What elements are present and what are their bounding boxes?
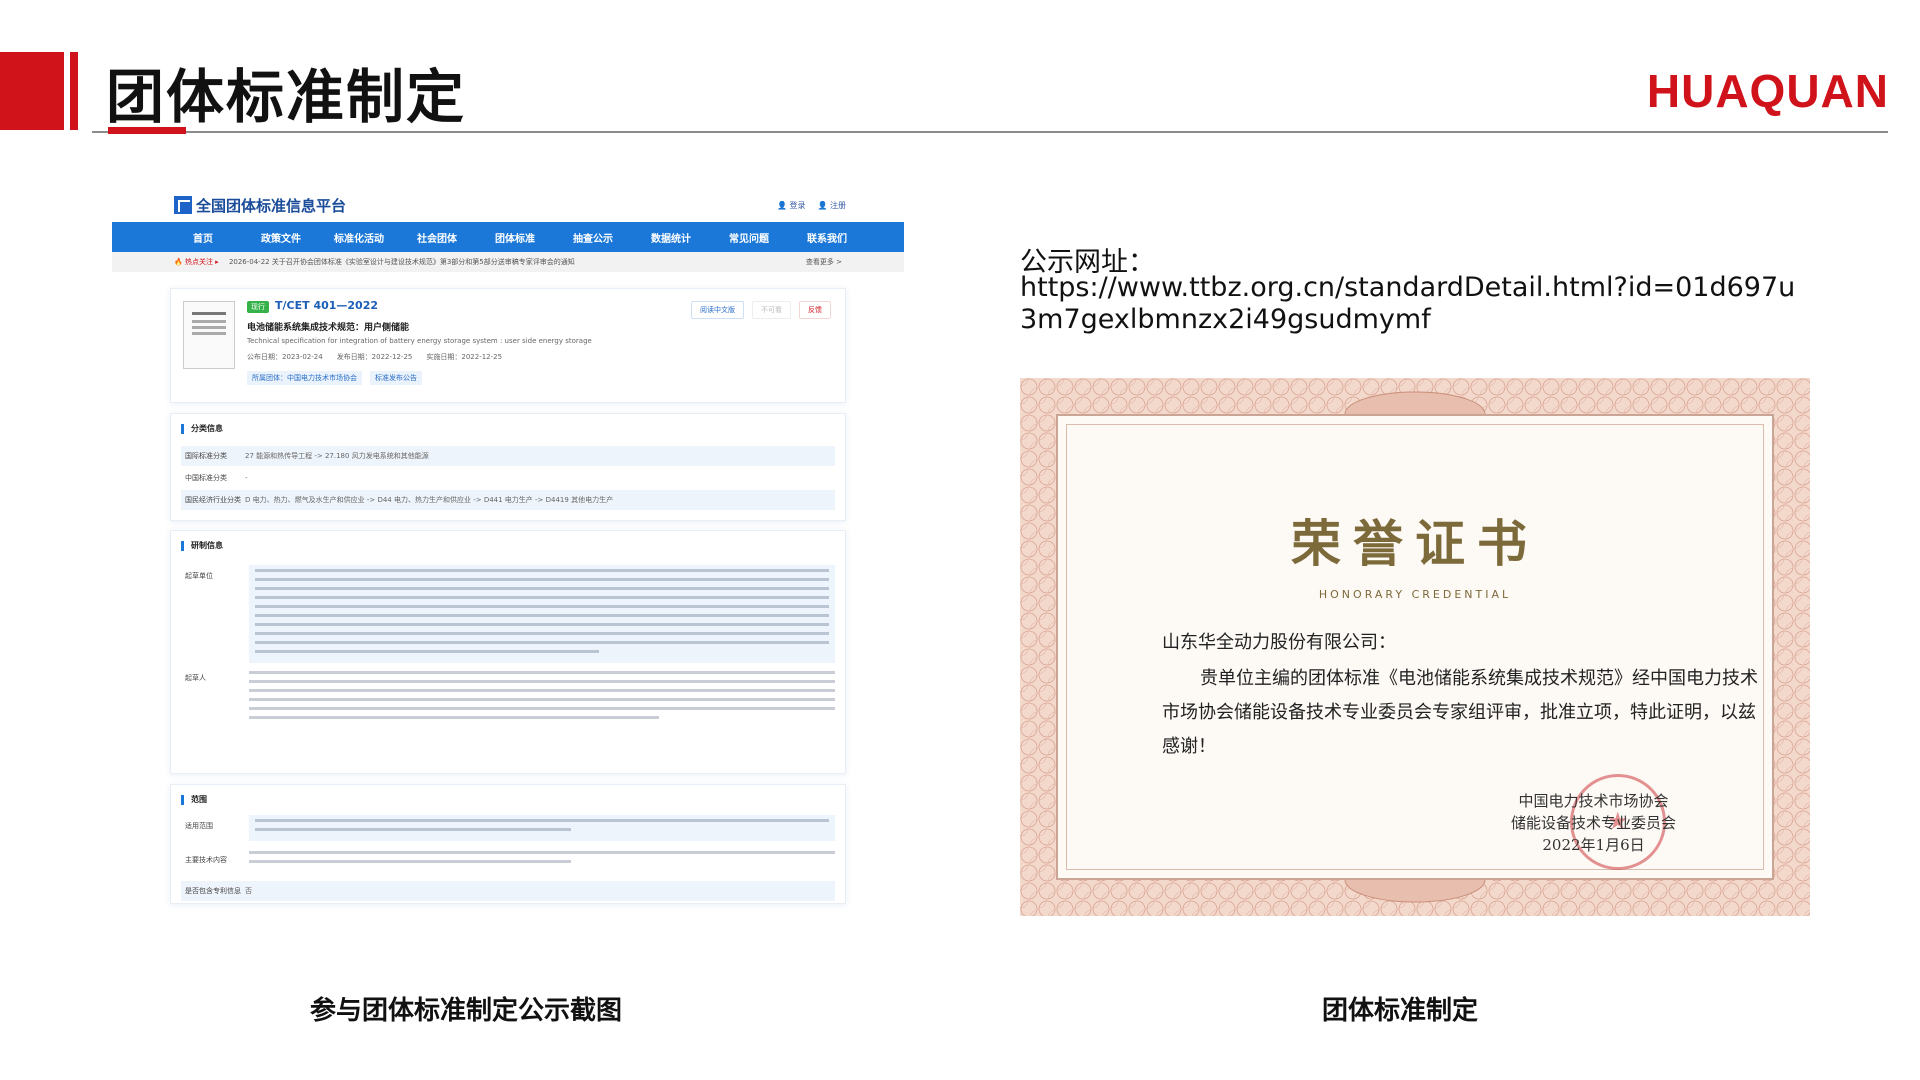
platform-header: 全国团体标准信息平台 👤 登录 👤 注册	[112, 188, 904, 222]
drafting-unit-label: 起草单位	[185, 572, 213, 580]
platform-name: 全国团体标准信息平台	[196, 196, 347, 215]
notice-tag[interactable]: 标准发布公告	[370, 371, 422, 385]
nav-item[interactable]: 标准化活动	[320, 230, 398, 245]
header-red-block	[0, 52, 64, 130]
scope-text	[249, 815, 835, 841]
status-badge: 现行	[247, 301, 269, 313]
platform-account-links: 👤 登录 👤 注册	[777, 200, 846, 211]
main-content-text	[249, 851, 835, 869]
nav-item[interactable]: 团体标准	[476, 230, 554, 245]
impl-date: 实施日期：2022-12-25	[426, 353, 503, 361]
standard-dates: 公布日期：2023-02-24 发布日期：2022-12-25 实施日期：202…	[247, 352, 502, 362]
caption-left: 参与团体标准制定公示截图	[310, 996, 623, 1026]
standard-name: 电池储能系统集成技术规范：用户侧储能	[247, 323, 410, 333]
hot-news-text[interactable]: 2026-04-22 关于召开协会团体标准《实验室设计与建设技术规范》第3部分和…	[229, 258, 575, 266]
header-divider	[92, 131, 1888, 133]
hot-label: 🔥 热点关注 ▸	[174, 258, 219, 266]
drafting-persons-text	[249, 671, 835, 725]
scope-card: 范围 适用范围 主要技术内容 是否包含专利信息否	[170, 784, 846, 904]
drafting-person-label: 起草人	[185, 674, 206, 682]
nav-item[interactable]: 政策文件	[242, 230, 320, 245]
register-link[interactable]: 👤 注册	[817, 200, 846, 211]
brand-logo: HUAQUAN	[1646, 65, 1889, 117]
platform-logo: 全国团体标准信息平台	[174, 195, 346, 216]
header-red-bar	[70, 52, 78, 130]
standard-name-en: Technical specification for integration …	[247, 337, 592, 345]
drafting-title: 研制信息	[181, 541, 223, 551]
report-button[interactable]: 反馈	[799, 301, 831, 319]
platform-nav: 首页 政策文件 标准化活动 社会团体 团体标准 抽查公示 数据统计 常见问题 联系我们	[112, 222, 904, 252]
certificate-inner-panel: 荣誉证书 HONORARY CREDENTIAL 山东华全动力股份有限公司： 贵…	[1056, 414, 1774, 880]
hot-more-link[interactable]: 查看更多 >	[806, 257, 842, 267]
nav-item[interactable]: 联系我们	[788, 230, 866, 245]
issue-date: 发布日期：2022-12-25	[336, 353, 413, 361]
header-underline-accent	[108, 127, 186, 134]
nav-item[interactable]: 常见问题	[710, 230, 788, 245]
drafting-card: 研制信息 起草单位 起草人	[170, 530, 846, 774]
slide-title: 团体标准制定	[106, 63, 467, 131]
login-link[interactable]: 👤 登录	[777, 200, 806, 211]
sign-org2: 储能设备技术专业委员会	[1510, 814, 1676, 832]
platform-logo-icon	[174, 196, 192, 214]
classification-title: 分类信息	[181, 424, 223, 434]
nav-item[interactable]: 社会团体	[398, 230, 476, 245]
main-content-label: 主要技术内容	[185, 856, 227, 864]
honor-certificate: 荣誉证书 HONORARY CREDENTIAL 山东华全动力股份有限公司： 贵…	[1020, 378, 1810, 916]
scope-title: 范围	[181, 795, 207, 805]
classification-row: 中国标准分类 -	[185, 474, 248, 482]
url-text[interactable]: https://www.ttbz.org.cn/standardDetail.h…	[1020, 272, 1800, 336]
nav-item[interactable]: 数据统计	[632, 230, 710, 245]
standard-cover-thumbnail[interactable]	[183, 301, 235, 369]
standard-summary-card: 现行 T/CET 401—2022 电池储能系统集成技术规范：用户侧储能 Tec…	[170, 288, 846, 403]
nav-item[interactable]: 首页	[164, 230, 242, 245]
read-button[interactable]: 阅读中文版	[691, 301, 744, 319]
classification-row: 国民经济行业分类 D 电力、热力、燃气及水生产和供应业 -> D44 电力、热力生…	[181, 490, 835, 510]
caption-right: 团体标准制定	[1322, 996, 1479, 1026]
certificate-subtitle: HONORARY CREDENTIAL	[1318, 588, 1512, 601]
certificate-recipient: 山东华全动力股份有限公司：	[1162, 632, 1396, 653]
certificate-signature: 中国电力技术市场协会 储能设备技术专业委员会 2022年1月6日	[1511, 790, 1676, 856]
standard-actions: 阅读中文版 不可看 反馈	[691, 301, 831, 319]
patent-row: 是否包含专利信息否	[181, 881, 835, 901]
org-tag[interactable]: 所属团体：中国电力技术市场协会	[247, 371, 362, 385]
classification-row: 国际标准分类 27 能源和热传导工程 -> 27.180 风力发电系统和其他能源	[181, 446, 835, 466]
publish-date: 公布日期：2023-02-24	[247, 353, 323, 361]
platform-screenshot: 全国团体标准信息平台 👤 登录 👤 注册 首页 政策文件 标准化活动 社会团体 团体标准…	[112, 188, 904, 918]
download-button[interactable]: 不可看	[752, 301, 791, 319]
standard-code: T/CET 401—2022	[275, 299, 379, 312]
nav-item[interactable]: 抽查公示	[554, 230, 632, 245]
certificate-body: 贵单位主编的团体标准《电池储能系统集成技术规范》经中国电力技术市场协会储能设备技…	[1162, 668, 1758, 757]
hot-news-bar: 🔥 热点关注 ▸ 2026-04-22 关于召开协会团体标准《实验室设计与建设技…	[112, 252, 904, 272]
scope-label: 适用范围	[185, 822, 213, 830]
certificate-title: 荣誉证书	[1291, 514, 1539, 573]
standard-tags: 所属团体：中国电力技术市场协会 标准发布公告	[247, 371, 422, 385]
classification-card: 分类信息 国际标准分类 27 能源和热传导工程 -> 27.180 风力发电系统和…	[170, 413, 846, 521]
sign-date: 2022年1月6日	[1542, 836, 1645, 854]
drafting-units-text	[249, 565, 835, 663]
sign-org1: 中国电力技术市场协会	[1518, 792, 1669, 810]
